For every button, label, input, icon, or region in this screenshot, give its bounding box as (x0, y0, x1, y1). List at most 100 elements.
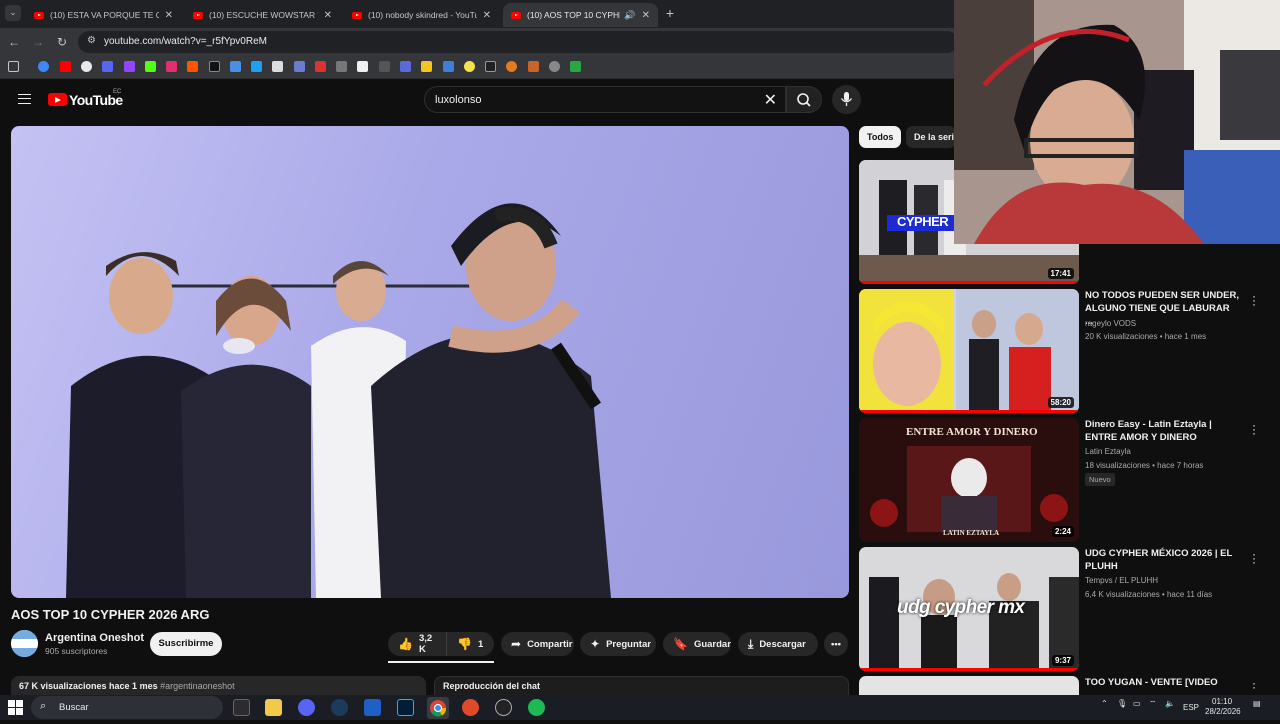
bookmark-icon[interactable] (379, 61, 390, 72)
video-player[interactable] (11, 126, 849, 598)
clear-search-icon[interactable]: ✕ (764, 90, 777, 110)
app-icon[interactable] (233, 699, 250, 716)
tab-close-icon[interactable]: ✕ (483, 10, 491, 21)
photoshop-icon[interactable] (397, 699, 414, 716)
dislike-button[interactable]: 👎 1 (446, 632, 494, 656)
more-vertical-icon[interactable]: · · · (1250, 290, 1258, 310)
search-input[interactable]: luxolonso ✕ (424, 86, 786, 113)
notion-bookmark-icon[interactable] (357, 61, 368, 72)
bookmark-icon[interactable] (528, 61, 539, 72)
notifications-icon[interactable]: ▤ (1253, 699, 1261, 708)
windows-start-icon[interactable] (8, 700, 23, 715)
more-actions-button[interactable]: ••• (824, 632, 848, 656)
recommendation-thumbnail[interactable]: 58:20 (859, 289, 1079, 413)
voice-search-button[interactable] (832, 85, 861, 114)
description-box[interactable]: 67 K visualizaciones hace 1 mes #argenti… (11, 676, 426, 696)
chip-series[interactable]: De la serie (906, 126, 956, 148)
microphone-tray-icon[interactable]: 🎙 (1117, 699, 1127, 708)
steam-bookmark-icon[interactable] (272, 61, 283, 72)
more-vertical-icon[interactable]: · · · (1250, 548, 1258, 568)
tab-search-button[interactable]: ⌄ (5, 5, 21, 21)
kick-bookmark-icon[interactable] (145, 61, 156, 72)
app-icon[interactable] (462, 699, 479, 716)
channel-avatar[interactable] (11, 630, 38, 657)
recommendation-thumbnail[interactable]: ENTRE AMOR Y DINERO LATIN EZTAYLA 2:24 (859, 418, 1079, 542)
recommendation-thumbnail[interactable]: udg cypher mx 9:37 (859, 547, 1079, 671)
steam-icon[interactable] (331, 699, 348, 716)
spotify-icon[interactable] (528, 699, 545, 716)
x-bookmark-icon[interactable] (209, 61, 220, 72)
new-tab-button[interactable]: + (662, 5, 678, 21)
bookmark-icon[interactable] (443, 61, 454, 72)
tray-chevron-icon[interactable]: ⌃ (1101, 699, 1108, 708)
twitch-bookmark-icon[interactable] (124, 61, 135, 72)
bookmark-icon[interactable] (421, 61, 432, 72)
youtube-bookmark-icon[interactable] (60, 61, 71, 72)
tab-close-icon[interactable]: ✕ (642, 10, 650, 21)
ask-button[interactable]: ✦ Preguntar (580, 632, 656, 656)
bookmark-icon[interactable] (230, 61, 241, 72)
chat-replay-box[interactable]: Reproducción del chat (434, 676, 849, 696)
youtube-logo-icon[interactable] (48, 93, 67, 106)
url-bar[interactable]: ⚙ youtube.com/watch?v=_r5fYpv0ReM (78, 31, 958, 53)
app-icon[interactable] (495, 699, 512, 716)
file-explorer-icon[interactable] (265, 699, 282, 716)
recommendation-channel[interactable]: rageylo VODS (1085, 319, 1136, 328)
recommendation-title[interactable]: TOO YUGAN - VENTE [VIDEO OFICIAL] (1085, 676, 1240, 690)
save-button[interactable]: 🔖 Guardar (663, 632, 731, 656)
bookmark-icon[interactable] (251, 61, 262, 72)
bookmark-icon[interactable] (102, 61, 113, 72)
language-indicator[interactable]: ESP (1183, 703, 1199, 712)
app-icon[interactable] (364, 699, 381, 716)
taskbar-search[interactable]: ⌕ Buscar (31, 696, 223, 719)
more-vertical-icon[interactable]: · · (1250, 677, 1258, 693)
bookmark-icon[interactable] (81, 61, 92, 72)
bookmark-icon[interactable] (506, 61, 517, 72)
recommendation-channel[interactable]: Tempvs / EL PLUHH (1085, 576, 1158, 585)
bookmark-icon[interactable] (336, 61, 347, 72)
like-button[interactable]: 👍 3,2 K (388, 632, 446, 656)
browser-tab[interactable]: (10) nobody skindred - YouTube ✕ (344, 3, 499, 27)
site-info-icon[interactable]: ⚙ (87, 35, 96, 46)
download-button[interactable]: ⤓ Descargar (738, 632, 818, 656)
hashtag[interactable]: #argentinaoneshot (160, 681, 235, 691)
bookmark-icon[interactable] (485, 61, 496, 72)
bookmark-icon[interactable] (315, 61, 326, 72)
clock-time[interactable]: 01:10 (1212, 697, 1232, 706)
recommendation-title[interactable]: UDG CYPHER MÉXICO 2026 | EL PLUHH (1085, 547, 1240, 573)
more-vertical-icon[interactable]: · · · (1250, 419, 1258, 439)
browser-tab-active[interactable]: (10) AOS TOP 10 CYPHER 2026 🔊 ✕ (503, 3, 658, 27)
audio-playing-icon[interactable]: 🔊 (624, 10, 635, 21)
apps-grid-icon[interactable] (8, 61, 19, 72)
search-button[interactable] (786, 86, 822, 113)
network-icon[interactable]: ▭ (1133, 699, 1141, 708)
bookmark-icon[interactable] (294, 61, 305, 72)
reload-icon[interactable]: ↻ (54, 34, 70, 50)
wifi-icon[interactable]: ⌔ (1149, 699, 1157, 709)
recommendation-title[interactable]: Dinero Easy - Latin Eztayla | ENTRE AMOR… (1085, 418, 1240, 444)
subscribe-button[interactable]: Suscribirme (150, 632, 222, 656)
tab-close-icon[interactable]: ✕ (324, 10, 332, 21)
browser-tab[interactable]: (10) ESTA VA PORQUE TE QUIERO ✕ (26, 3, 181, 27)
forward-arrow-icon[interactable]: → (30, 34, 46, 50)
chrome-taskbar-button[interactable] (427, 697, 449, 719)
channel-name[interactable]: Argentina Oneshot (45, 632, 144, 644)
chip-all[interactable]: Todos (859, 126, 902, 148)
recommendation-thumbnail[interactable] (859, 676, 1079, 695)
back-arrow-icon[interactable]: ← (6, 34, 22, 50)
clock-date[interactable]: 28/2/2026 (1205, 707, 1241, 716)
soundcloud-bookmark-icon[interactable] (187, 61, 198, 72)
menu-icon[interactable] (18, 94, 31, 104)
volume-icon[interactable]: 🔈 (1165, 699, 1175, 708)
instagram-bookmark-icon[interactable] (166, 61, 177, 72)
share-button[interactable]: ➦ Compartir (501, 632, 574, 656)
google-bookmark-icon[interactable] (38, 61, 49, 72)
recommendation-channel[interactable]: Latin Eztayla (1085, 447, 1131, 456)
bookmark-icon[interactable] (549, 61, 560, 72)
sheets-bookmark-icon[interactable] (570, 61, 581, 72)
bookmark-icon[interactable] (464, 61, 475, 72)
tab-close-icon[interactable]: ✕ (165, 10, 173, 21)
bookmark-icon[interactable] (400, 61, 411, 72)
browser-tab[interactable]: (10) ESCUCHE WOWSTAR Y ME ✕ (185, 3, 340, 27)
discord-icon[interactable] (298, 699, 315, 716)
